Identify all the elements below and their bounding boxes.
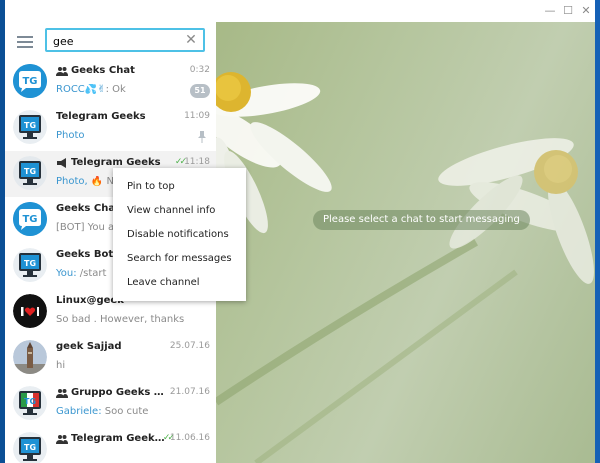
search-box: ✕: [45, 28, 205, 52]
preview-sender: Gabriele:: [56, 406, 102, 417]
chat-preview: Gabriele: Soo cute: [56, 406, 206, 417]
preview-sender: You:: [56, 268, 77, 279]
svg-text:TG: TG: [24, 397, 36, 406]
chat-area: Please select a chat to start messaging: [216, 22, 595, 463]
tg-logo-avatar: TG: [13, 64, 47, 98]
chat-name: Telegram Geeks: [71, 157, 161, 168]
preview-text: /start: [76, 268, 107, 279]
svg-text:TG: TG: [22, 214, 37, 225]
chat-preview: ROCC💦✌: Ok: [56, 84, 206, 95]
chat-name: geek Sajjad: [56, 341, 122, 352]
chat-time: 25.07.16: [169, 341, 210, 351]
pin-icon: [198, 131, 206, 143]
preview-text: So bad . However, thanks: [56, 314, 185, 325]
preview-text: [BOT] You ar: [56, 222, 119, 233]
group-icon: [56, 67, 68, 76]
chat-time: 0:32: [189, 65, 210, 75]
chat-name: Gruppo Geeks Italy: [71, 387, 167, 398]
tg-monitor-avatar: TG: [13, 110, 47, 144]
menu-item-view-channel-info[interactable]: View channel info: [127, 205, 215, 216]
preview-sender: ROCC💦✌: [56, 84, 106, 95]
close-icon[interactable]: ✕: [183, 31, 199, 49]
tower-photo-avatar: [13, 340, 47, 374]
svg-text:TG: TG: [24, 121, 36, 130]
menu-item-pin-to-top[interactable]: Pin to top: [127, 181, 175, 192]
chat-row-telegram-geeks-group[interactable]: TG Telegram Geeks ... ✓✓ 11.06.16: [5, 427, 216, 463]
preview-text: Soo cute: [101, 406, 149, 417]
tg-logo-avatar: TG: [13, 202, 47, 236]
title-bar: — ☐ ✕: [5, 0, 595, 22]
chat-name: Telegram Geeks ...: [71, 433, 167, 444]
svg-text:TG: TG: [22, 76, 37, 87]
telegram-window: — ☐ ✕ ✕ TG: [5, 0, 595, 463]
preview-text: 🔥 N: [90, 176, 115, 187]
menu-item-disable-notifications[interactable]: Disable notifications: [127, 229, 229, 240]
chat-time: 11:18: [184, 157, 210, 167]
tg-italy-avatar: TG: [13, 386, 47, 420]
chat-preview: hi: [56, 360, 206, 371]
chat-name: Telegram Geeks: [56, 111, 146, 122]
tg-monitor-avatar: TG: [13, 156, 47, 190]
chat-time: 21.07.16: [169, 387, 210, 397]
context-menu: Pin to top View channel info Disable not…: [113, 168, 246, 301]
chat-row-geek-sajjad[interactable]: geek Sajjad 25.07.16 hi: [5, 335, 216, 381]
chat-row-telegram-geeks[interactable]: TG Telegram Geeks 11:09 Photo: [5, 105, 216, 151]
chat-name: Geeks Chat: [71, 65, 135, 76]
chat-row-geeks-chat[interactable]: TG Geeks Chat 0:32 ROCC💦✌: Ok 51: [5, 59, 216, 105]
maximize-button[interactable]: ☐: [559, 3, 577, 19]
tg-monitor-avatar: TG: [13, 432, 47, 463]
unread-badge: 51: [190, 84, 210, 98]
chat-preview: So bad . However, thanks: [56, 314, 206, 325]
chat-preview: Photo: [56, 130, 206, 141]
chat-row-gruppo-geeks-italy[interactable]: TG Gruppo Geeks Italy 21.07.16 Gabriele:…: [5, 381, 216, 427]
double-check-icon: ✓✓: [174, 157, 187, 167]
chat-time: 11.06.16: [169, 433, 210, 443]
preview-sender: Photo: [56, 130, 85, 141]
group-icon: [56, 389, 68, 398]
preview-text: hi: [56, 360, 66, 371]
chat-time: 11:09: [184, 111, 210, 121]
menu-item-leave-channel[interactable]: Leave channel: [127, 277, 200, 288]
desktop-edge-right: [595, 0, 600, 463]
minimize-button[interactable]: —: [541, 3, 559, 19]
megaphone-icon: [57, 158, 66, 168]
search-input[interactable]: [53, 32, 173, 50]
tg-monitor-avatar: TG: [13, 248, 47, 282]
close-window-button[interactable]: ✕: [577, 3, 595, 19]
group-icon: [56, 435, 68, 444]
i-heart-avatar: [13, 294, 47, 328]
preview-text: : Ok: [105, 84, 126, 95]
preview-sender: Photo,: [56, 176, 91, 187]
svg-text:TG: TG: [24, 443, 36, 452]
svg-text:TG: TG: [24, 259, 36, 268]
hamburger-icon[interactable]: [17, 35, 33, 49]
menu-item-search-for-messages[interactable]: Search for messages: [127, 253, 232, 264]
svg-text:TG: TG: [24, 167, 36, 176]
wallpaper-image: [216, 72, 594, 463]
empty-chat-message: Please select a chat to start messaging: [313, 210, 530, 230]
